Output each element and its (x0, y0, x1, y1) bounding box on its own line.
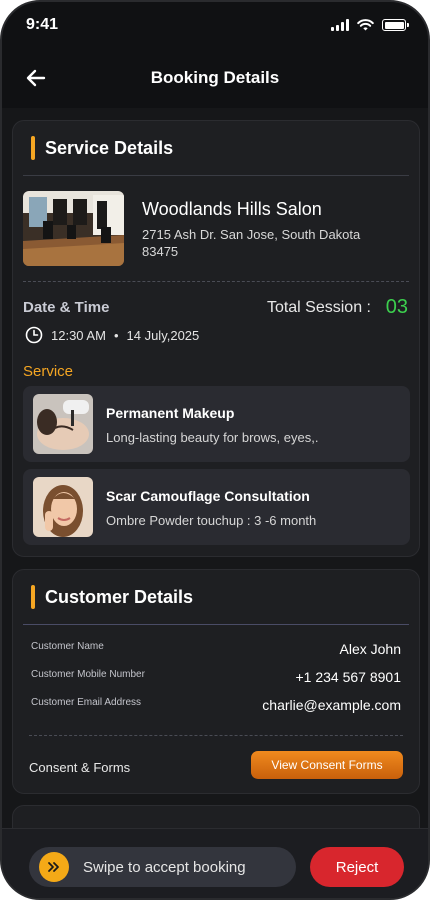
service-name: Scar Camouflage Consultation (106, 488, 310, 504)
total-session-label: Total Session : (266, 299, 371, 316)
back-arrow-icon[interactable] (24, 66, 48, 90)
service-item[interactable]: Scar Camouflage Consultation Ombre Powde… (23, 469, 410, 545)
date-time-row: 12:30 AM • 14 July,2025 (25, 326, 199, 344)
view-consent-forms-button[interactable]: View Consent Forms (251, 751, 403, 779)
next-card (12, 805, 420, 828)
accent-bar (31, 585, 35, 609)
separator-dot: • (113, 327, 119, 343)
service-description: Long-lasting beauty for brows, eyes,. (106, 430, 319, 445)
top-bar: Booking Details (2, 48, 428, 108)
customer-email-label: Customer Email Address (31, 697, 142, 708)
salon-address: 2715 Ash Dr. San Jose, South Dakota 8347… (142, 227, 361, 259)
booking-date: 14 July,2025 (126, 327, 200, 343)
customer-email-value: charlie@example.com (262, 697, 401, 713)
reject-button[interactable]: Reject (310, 847, 404, 887)
divider (23, 624, 409, 625)
service-name: Permanent Makeup (106, 405, 235, 421)
service-description: Ombre Powder touchup : 3 -6 month (106, 513, 317, 528)
scroll-content[interactable]: Service Details Woodlands Hills Salon 27… (2, 108, 428, 828)
dashed-divider (29, 735, 403, 736)
page-title: Booking Details (150, 68, 280, 87)
service-details-title: Service Details (45, 137, 174, 158)
service-details-header: Service Details (13, 121, 419, 175)
customer-details-card: Customer Details Customer Name Alex John… (12, 569, 420, 794)
customer-name-label: Customer Name (31, 641, 104, 652)
customer-details-title: Customer Details (45, 586, 194, 607)
customer-mobile-label: Customer Mobile Number (31, 669, 145, 680)
customer-details-header: Customer Details (13, 570, 419, 624)
service-image (33, 477, 93, 537)
bottom-action-bar: Swipe to accept booking Reject (2, 828, 428, 898)
status-time: 9:41 (26, 16, 59, 33)
customer-mobile-value: +1 234 567 8901 (295, 669, 402, 685)
customer-name-value: Alex John (339, 641, 401, 657)
service-label: Service (23, 363, 74, 380)
swipe-to-accept-slider[interactable]: Swipe to accept booking (29, 847, 296, 887)
double-chevron-right-icon[interactable] (39, 852, 69, 882)
total-session-count: 03 (385, 296, 408, 318)
date-time-label: Date & Time (23, 299, 110, 316)
service-details-card: Service Details Woodlands Hills Salon 27… (12, 120, 420, 557)
wifi-icon (357, 19, 374, 31)
consent-forms-label: Consent & Forms (29, 760, 131, 775)
dashed-divider (23, 281, 409, 282)
salon-name: Woodlands Hills Salon (142, 199, 322, 219)
swipe-text: Swipe to accept booking (83, 858, 246, 876)
battery-icon (382, 19, 409, 31)
salon-image (23, 191, 124, 266)
accent-bar (31, 136, 35, 160)
clock-icon (25, 326, 43, 344)
booking-time: 12:30 AM (51, 327, 106, 343)
service-item[interactable]: Permanent Makeup Long-lasting beauty for… (23, 386, 410, 462)
service-image (33, 394, 93, 454)
status-bar: 9:41 (2, 2, 428, 48)
divider (23, 175, 409, 176)
status-icons (331, 19, 409, 31)
phone-screen: 9:41 Booking Details Service Details Woo… (0, 0, 430, 900)
signal-icon (331, 19, 349, 31)
